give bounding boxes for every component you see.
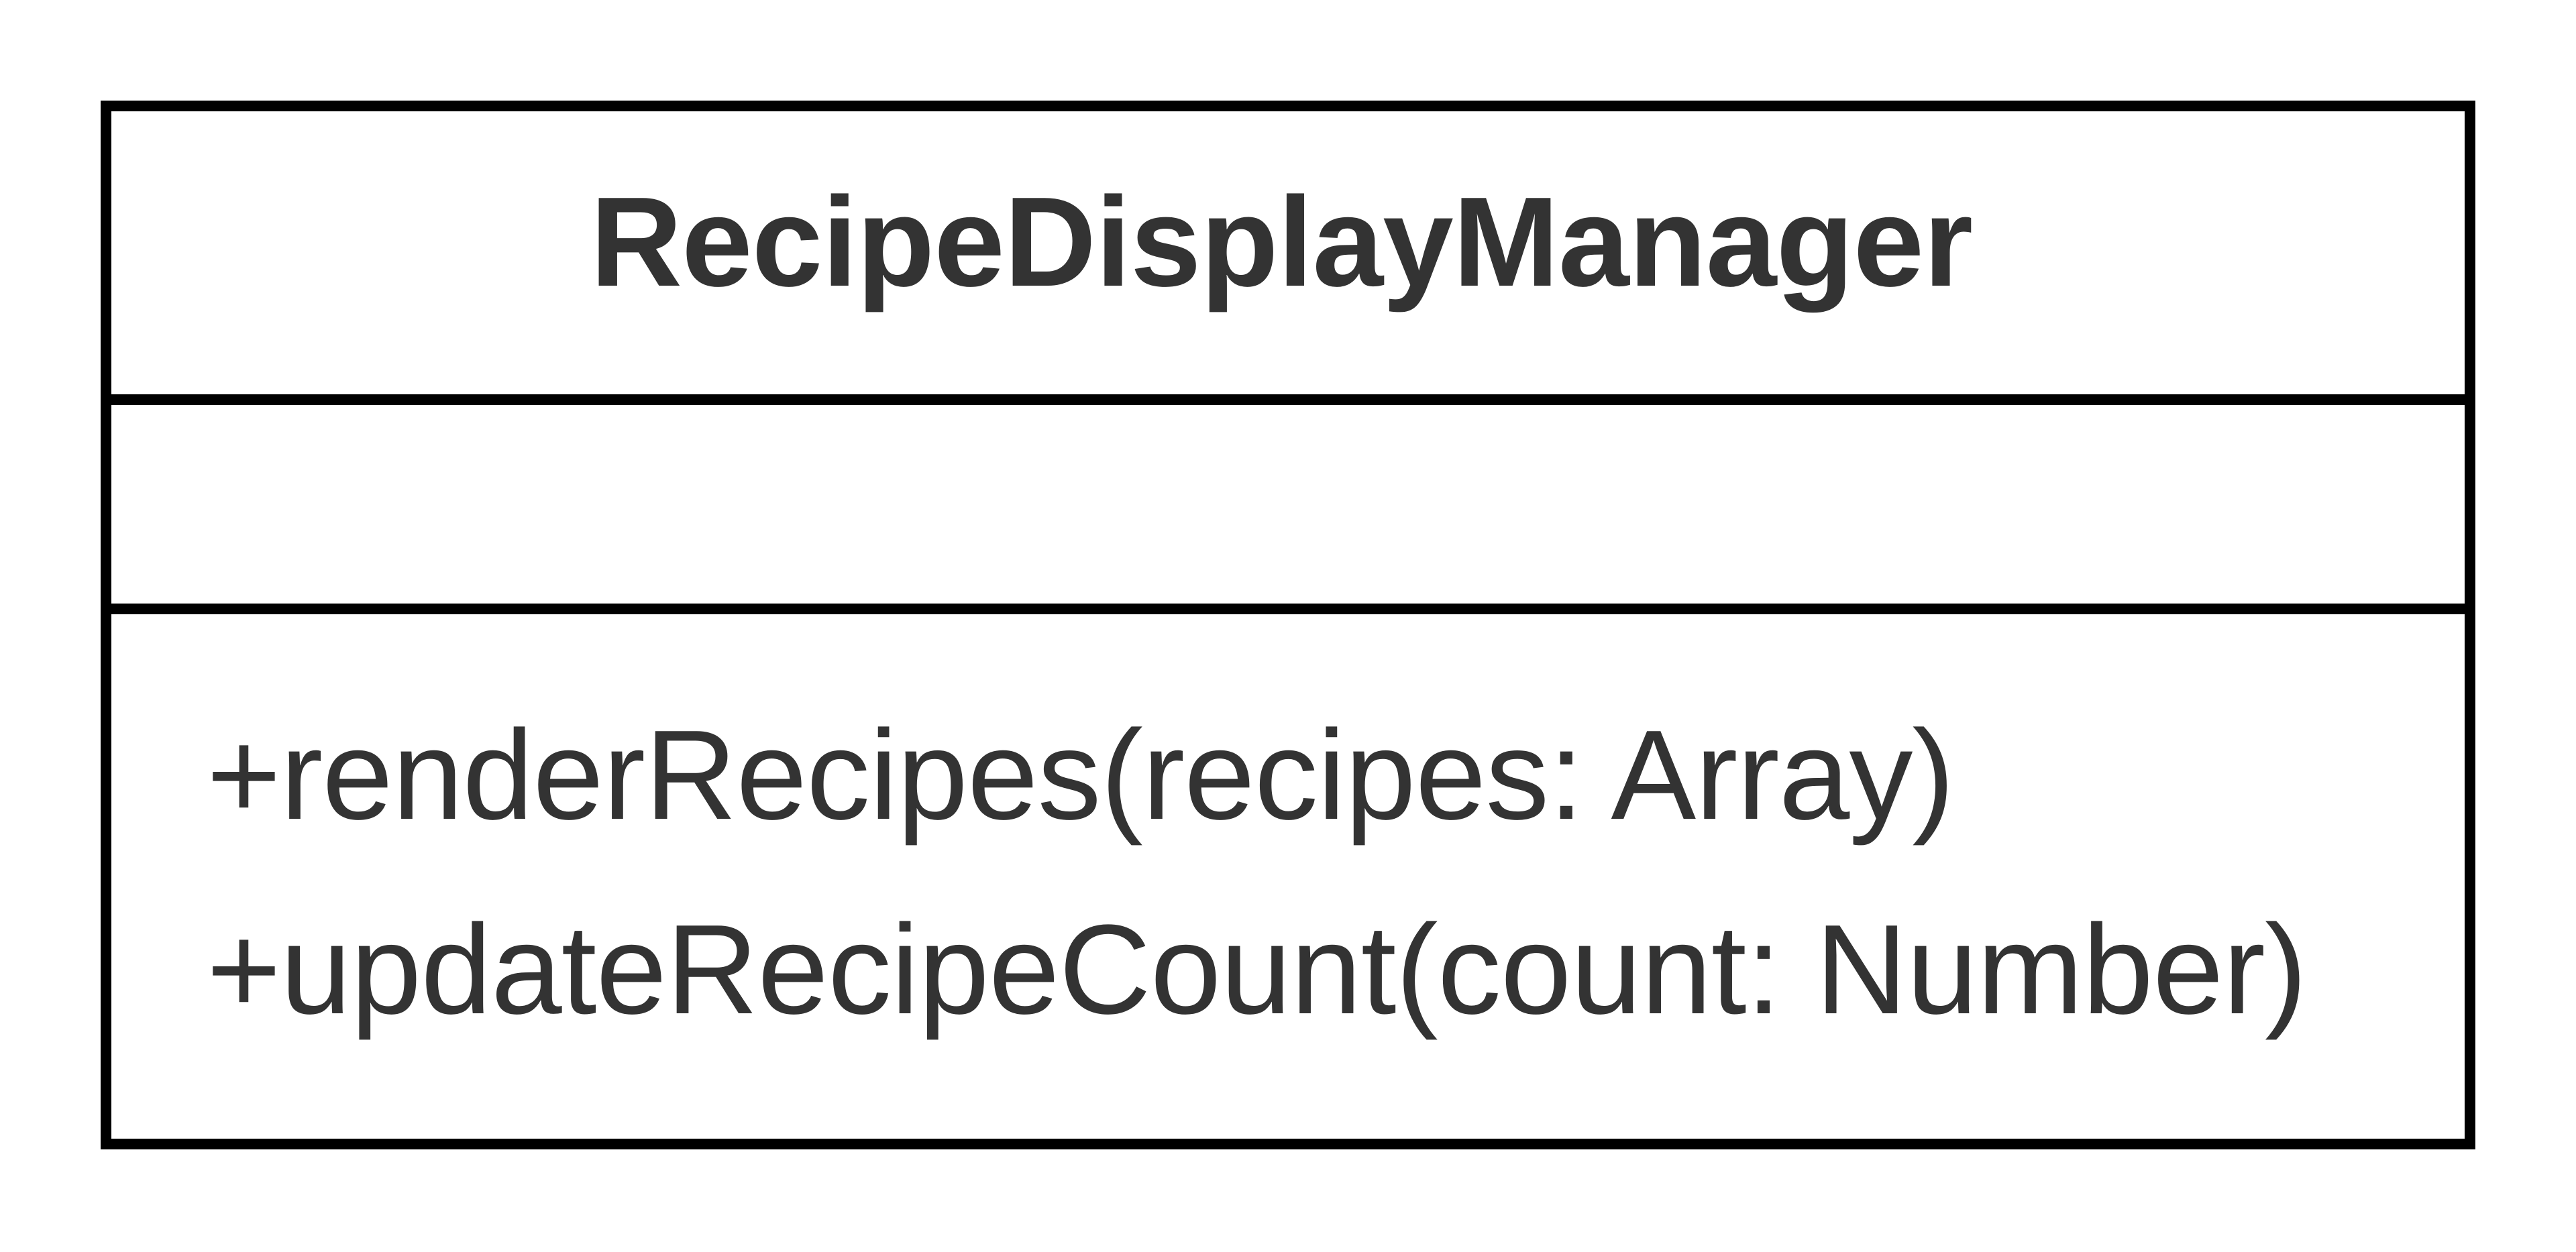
class-name-compartment: RecipeDisplayManager bbox=[111, 111, 2465, 405]
methods-compartment: +renderRecipes(recipes: Array) +updateRe… bbox=[111, 614, 2465, 1139]
method-render-recipes: +renderRecipes(recipes: Array) bbox=[207, 704, 1955, 846]
method-update-recipe-count: +updateRecipeCount(count: Number) bbox=[207, 899, 2307, 1041]
attributes-compartment bbox=[111, 405, 2465, 614]
uml-class-box[interactable]: RecipeDisplayManager +renderRecipes(reci… bbox=[101, 101, 2475, 1149]
class-name: RecipeDisplayManager bbox=[590, 171, 1973, 313]
